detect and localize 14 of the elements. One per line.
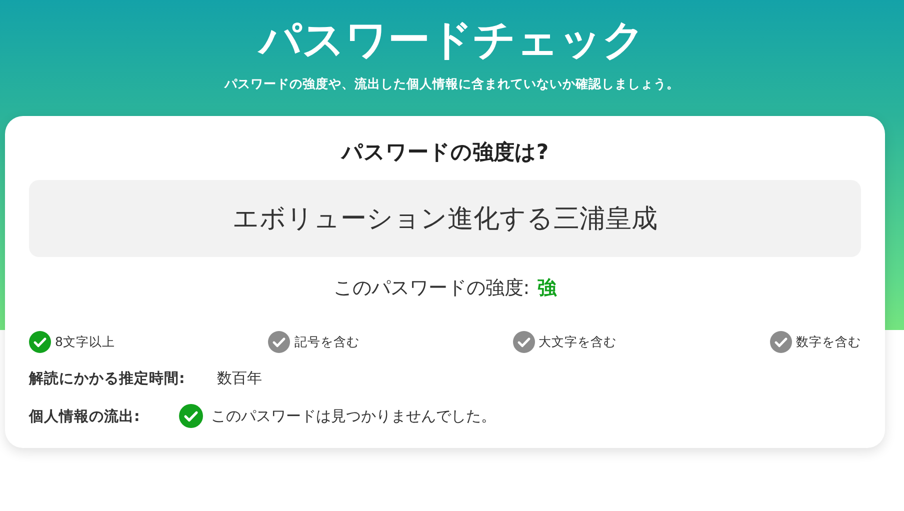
password-field[interactable]: エボリューション進化する三浦皇成 — [29, 180, 861, 257]
page-title: パスワードチェック — [259, 14, 645, 66]
criterion-label: 数字を含む — [796, 334, 861, 350]
leak-message: このパスワードは見つかりませんでした。 — [211, 406, 496, 426]
card-heading: パスワードの強度は? — [340, 139, 550, 166]
criterion-label: 8文字以上 — [55, 334, 115, 350]
criterion-label: 大文字を含む — [538, 334, 617, 350]
crack-time-label: 解読にかかる推定時間: — [29, 370, 186, 388]
page-subtitle: パスワードの強度や、流出した個人情報に含まれていないか確認しましょう。 — [224, 76, 680, 93]
criterion-label: 記号を含む — [294, 334, 360, 350]
strength-label: このパスワードの強度: — [333, 276, 530, 301]
crack-time-value: 数百年 — [217, 369, 262, 388]
leak-label: 個人情報の流出: — [29, 408, 141, 426]
strength-value: 強 — [538, 276, 557, 301]
